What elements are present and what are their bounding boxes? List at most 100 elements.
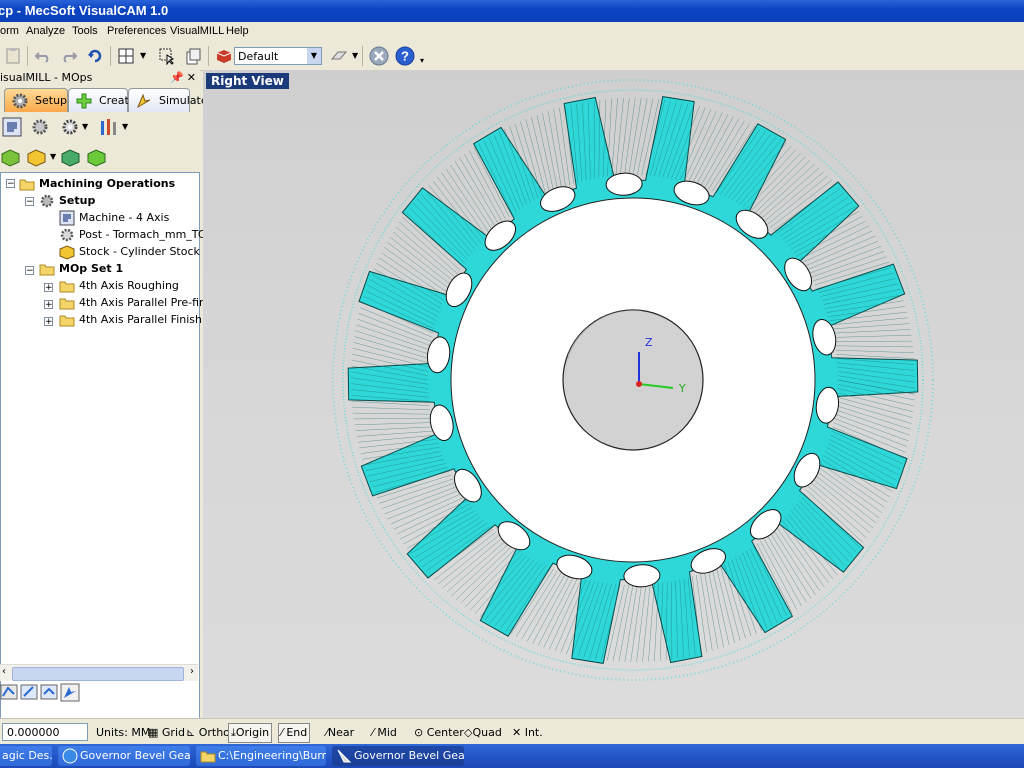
folder-icon: [59, 295, 75, 311]
graphics-viewport[interactable]: Right View Z Y: [203, 70, 1024, 718]
snap-int[interactable]: ✕ Int.: [512, 724, 543, 742]
tree-machining-operations[interactable]: Machining Operations: [19, 175, 175, 192]
task-governor-bevel-1[interactable]: Governor Bevel Gear ...: [58, 746, 190, 766]
stock-yellow-icon[interactable]: [26, 147, 48, 167]
stock-toolbar: ▼: [0, 144, 200, 172]
stock-green2-icon[interactable]: [86, 147, 108, 167]
view-layout-icon[interactable]: [116, 45, 138, 67]
visualcam-icon: [337, 749, 352, 763]
simulate-run-icon[interactable]: [60, 682, 80, 702]
intersection-icon: ✕: [512, 726, 522, 739]
redo-icon[interactable]: [58, 45, 80, 67]
task-governor-bevel-2[interactable]: Governor Bevel Gear ...: [332, 746, 464, 766]
tree-mop-set[interactable]: MOp Set 1: [39, 260, 123, 277]
regenerate-icon[interactable]: [84, 45, 106, 67]
paste-icon[interactable]: [2, 45, 24, 67]
mops-panel: isualMILL - MOps 📌 ✕ Setup Create Simula…: [0, 70, 239, 734]
coordinate-field[interactable]: 0.000000: [2, 723, 88, 741]
mid-icon: ⁄: [372, 726, 374, 739]
folder-icon: [200, 751, 216, 763]
tools-icon[interactable]: [98, 117, 120, 137]
display-mode-value: Default: [238, 50, 279, 63]
folder-icon: [59, 312, 75, 328]
select-icon[interactable]: [156, 45, 178, 67]
machine-icon[interactable]: [2, 117, 22, 137]
tree-post[interactable]: Post - Tormach_mm_TC: [59, 226, 206, 243]
menu-visualmill[interactable]: VisualMILL: [170, 25, 224, 37]
display-mode-select[interactable]: Default ▼: [234, 47, 322, 65]
panel-header: isualMILL - MOps 📌 ✕: [0, 70, 200, 86]
units-label: Units: MM: [96, 726, 151, 739]
tab-create[interactable]: Create: [68, 88, 136, 112]
tab-simulate-label: Simulate: [159, 94, 208, 107]
simulate-icon: [136, 93, 151, 109]
collapse-icon[interactable]: −: [25, 197, 34, 207]
close-icon[interactable]: ✕: [187, 70, 196, 86]
gear-icon: [12, 93, 28, 109]
collapse-icon[interactable]: −: [25, 266, 34, 276]
collapse-icon[interactable]: −: [6, 179, 15, 189]
settings-gear-icon[interactable]: [60, 117, 80, 137]
taskbar: agic Des... Governor Bevel Gear ... C:\E…: [0, 744, 1024, 768]
tree-setup[interactable]: Setup: [39, 192, 95, 209]
folder-icon: [19, 176, 35, 192]
snap-grid[interactable]: ▦ Grid: [148, 724, 185, 742]
menu-transform[interactable]: orm: [0, 25, 19, 37]
tree-stock[interactable]: Stock - Cylinder Stock: [59, 243, 200, 260]
expand-icon[interactable]: +: [44, 317, 53, 327]
gear-icon: [39, 193, 55, 209]
stock-icon: [59, 244, 75, 260]
expand-icon[interactable]: +: [44, 283, 53, 293]
scroll-left-icon[interactable]: ‹: [2, 666, 6, 677]
setup-toolbar: ▼ ▼: [0, 114, 200, 142]
tab-setup[interactable]: Setup: [4, 88, 68, 112]
grid-icon: ▦: [148, 726, 159, 739]
help-icon[interactable]: ?: [394, 45, 416, 67]
tree-machine[interactable]: Machine - 4 Axis: [59, 209, 169, 226]
menu-help[interactable]: Help: [226, 25, 249, 37]
chevron-down-icon: ▼: [307, 48, 321, 64]
scroll-thumb[interactable]: [12, 667, 184, 681]
svg-text:?: ?: [401, 49, 409, 64]
stock-green-icon[interactable]: [60, 147, 82, 167]
undo-icon[interactable]: [32, 45, 54, 67]
panel-bottom-toolbar: [0, 680, 200, 708]
snap-quad[interactable]: ◇Quad: [464, 724, 502, 742]
material-icon[interactable]: [213, 45, 235, 67]
ortho-icon: ⊾: [186, 726, 196, 739]
tab-simulate[interactable]: Simulate: [128, 88, 208, 112]
center-icon: ⊙: [414, 726, 424, 739]
menu-tools[interactable]: Tools: [72, 25, 98, 37]
status-bar: 0.000000 Units: MM ▦ Grid ⊾ Ortho ⤓Origi…: [0, 718, 1024, 745]
snap-center[interactable]: ⊙ Center: [414, 724, 464, 742]
create-plus-icon: [76, 93, 92, 109]
snap-origin[interactable]: ⤓Origin: [228, 723, 273, 743]
render-mode-icon[interactable]: [328, 45, 350, 67]
expand-icon[interactable]: +: [44, 300, 53, 310]
main-toolbar: ▼ Default ▼ ▼ ? ▾: [0, 42, 1024, 71]
snap-mid[interactable]: ⁄ Mid: [372, 724, 397, 742]
stock-box-icon[interactable]: [0, 147, 22, 167]
task-magic-des[interactable]: agic Des...: [0, 746, 52, 766]
toolpath-link-icon[interactable]: [40, 682, 58, 702]
snap-near[interactable]: ⁄Near: [326, 724, 354, 742]
gear-model: [332, 79, 934, 681]
menu-analyze[interactable]: Analyze: [26, 25, 65, 37]
toolpath-icon[interactable]: [0, 682, 18, 702]
mops-tree: − Machining Operations − Setup Machine -…: [0, 172, 239, 734]
tree-horizontal-scrollbar[interactable]: ‹ ›: [0, 664, 198, 681]
menu-preferences[interactable]: Preferences: [107, 25, 166, 37]
tree-op-roughing[interactable]: 4th Axis Roughing: [59, 277, 179, 294]
snap-end[interactable]: ⁄ End: [278, 723, 311, 743]
end-icon: ⁄: [281, 726, 283, 739]
panel-title: isualMILL - MOps: [0, 71, 93, 84]
tree-op-finishing[interactable]: 4th Axis Parallel Finishing: [59, 311, 219, 328]
pin-icon[interactable]: 📌: [170, 70, 184, 86]
post-gear-icon[interactable]: [30, 117, 50, 137]
stop-icon[interactable]: [368, 45, 390, 67]
scroll-right-icon[interactable]: ›: [190, 666, 194, 677]
edit-toolpath-icon[interactable]: [20, 682, 38, 702]
clipboard-icon[interactable]: [182, 45, 204, 67]
snap-ortho[interactable]: ⊾ Ortho: [186, 724, 230, 742]
task-explorer[interactable]: C:\Engineering\Burrel...: [196, 746, 326, 766]
